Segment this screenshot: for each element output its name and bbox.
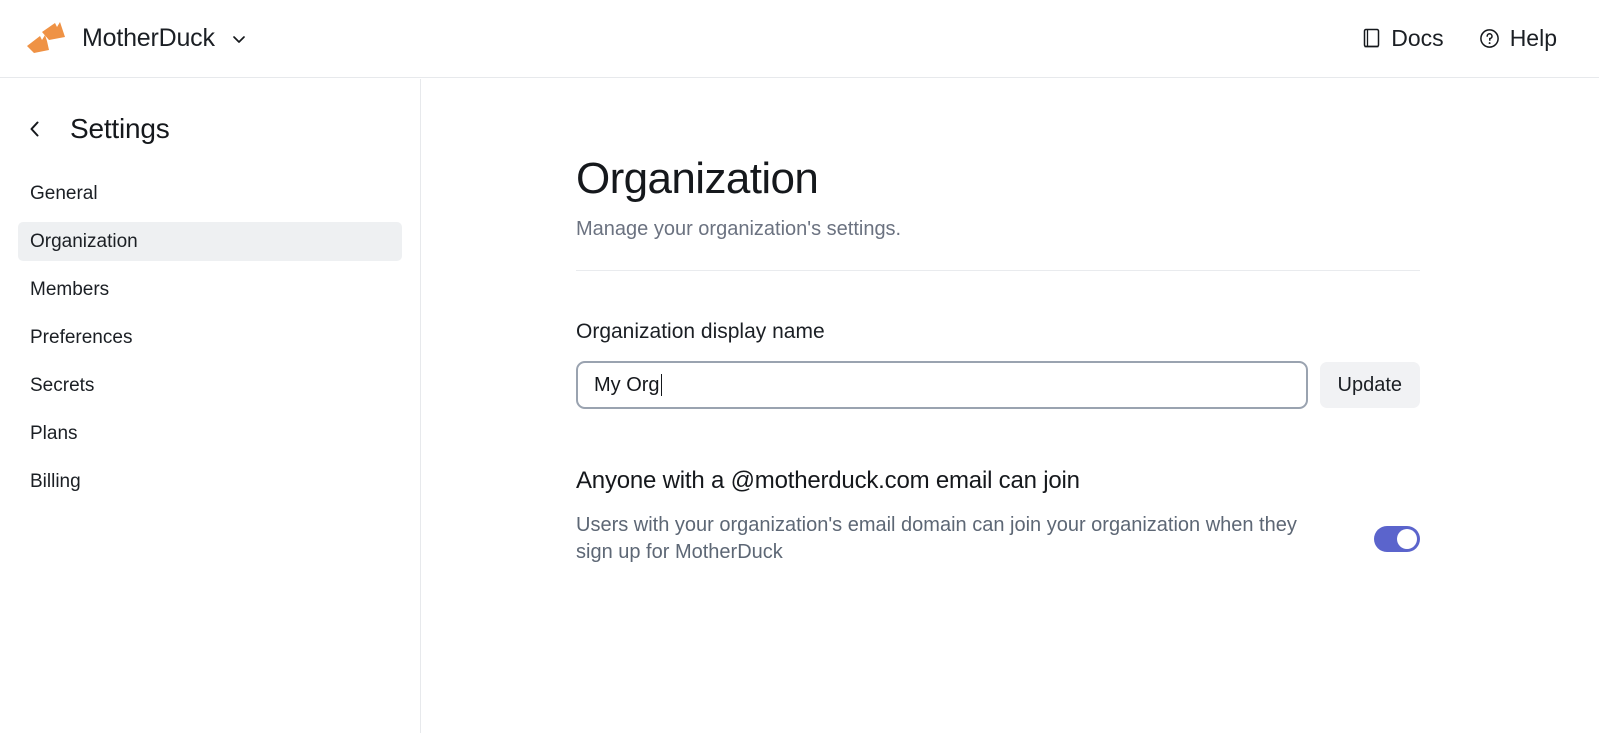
sidebar-item-label: Billing	[30, 470, 81, 492]
help-link-label: Help	[1509, 25, 1557, 51]
docs-link[interactable]: Docs	[1361, 25, 1444, 52]
main-content: Organization Manage your organization's …	[422, 79, 1599, 733]
organization-page-title: Organization	[576, 154, 819, 203]
docs-link-label: Docs	[1391, 25, 1444, 51]
domain-join-description: Users with your organization's email dom…	[576, 514, 1297, 563]
sidebar-item-secrets[interactable]: Secrets	[18, 366, 402, 405]
domain-join-title: Anyone with a @motherduck.com email can …	[576, 467, 1080, 495]
domain-join-toggle[interactable]	[1374, 525, 1420, 552]
sidebar-header: Settings	[0, 106, 420, 152]
sidebar-item-label: Preferences	[30, 326, 133, 348]
settings-nav: General Organization Members Preferences…	[0, 174, 420, 501]
book-icon	[1361, 27, 1382, 51]
help-link[interactable]: Help	[1478, 25, 1557, 52]
sidebar-item-plans[interactable]: Plans	[18, 414, 402, 453]
domain-join-row: Users with your organization's email dom…	[576, 512, 1420, 565]
sidebar-item-label: Secrets	[30, 374, 95, 396]
section-divider	[576, 270, 1420, 272]
top-header-bar: MotherDuck Docs Help	[0, 0, 1599, 78]
sidebar-item-label: General	[30, 182, 98, 204]
chevron-left-icon[interactable]	[22, 116, 48, 142]
organization-page-subtitle: Manage your organization's settings.	[576, 218, 902, 241]
sidebar-item-label: Organization	[30, 230, 138, 252]
sidebar-item-members[interactable]: Members	[18, 270, 402, 309]
sidebar-item-label: Plans	[30, 422, 78, 444]
page-title: Settings	[70, 113, 170, 144]
brand-name-label: MotherDuck	[82, 24, 215, 52]
question-circle-icon	[1478, 27, 1501, 50]
toggle-knob	[1397, 528, 1417, 549]
display-name-row: My Org Update	[576, 361, 1420, 410]
display-name-input[interactable]: My Org	[576, 361, 1308, 410]
text-caret	[660, 374, 663, 397]
sidebar-item-general[interactable]: General	[18, 174, 402, 213]
sidebar-item-billing[interactable]: Billing	[18, 462, 402, 501]
sidebar-item-label: Members	[30, 278, 110, 300]
sidebar-item-preferences[interactable]: Preferences	[18, 318, 402, 357]
settings-sidebar: Settings General Organization Members Pr…	[0, 79, 421, 733]
brand-org-switcher[interactable]: MotherDuck	[24, 16, 249, 62]
top-header-links: Docs Help	[1361, 25, 1557, 52]
sidebar-item-organization[interactable]: Organization	[18, 222, 402, 261]
display-name-input-value: My Org	[594, 374, 660, 397]
display-name-label: Organization display name	[576, 320, 825, 344]
update-button[interactable]: Update	[1319, 362, 1420, 409]
motherduck-duck-feet-logo-icon	[24, 21, 68, 56]
chevron-down-icon[interactable]	[229, 29, 249, 49]
domain-join-setting: Anyone with a @motherduck.com email can …	[576, 467, 1420, 565]
